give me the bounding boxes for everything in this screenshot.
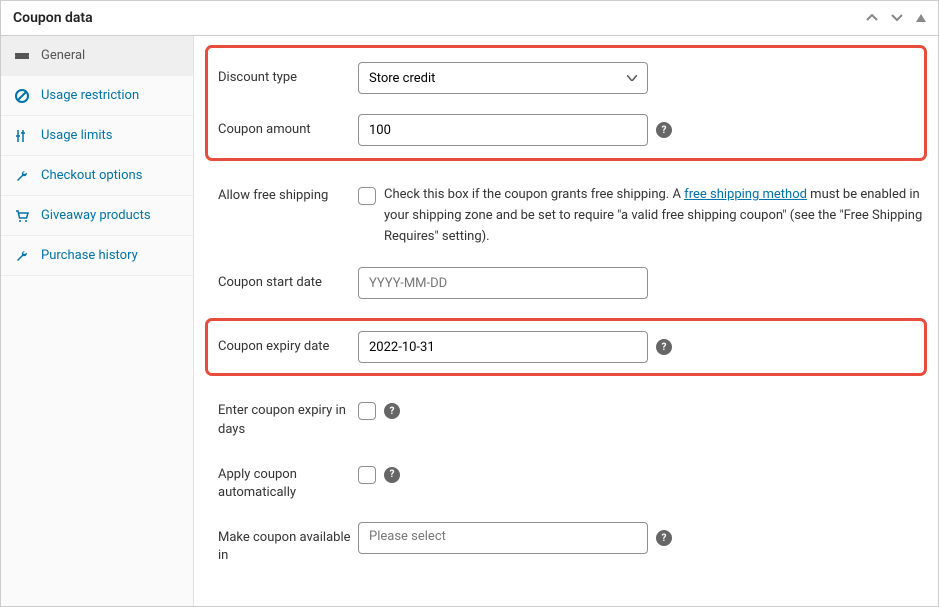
row-coupon-amount: Coupon amount ? <box>218 114 914 146</box>
label-expiry-in-days: Enter coupon expiry in days <box>218 395 358 438</box>
apply-auto-checkbox[interactable] <box>358 466 376 484</box>
row-coupon-start-date: Coupon start date <box>218 267 914 299</box>
highlight-expiry-date: Coupon expiry date ? <box>206 319 926 375</box>
row-coupon-expiry-date: Coupon expiry date ? <box>218 331 914 363</box>
cart-icon <box>15 209 31 223</box>
row-discount-type: Discount type Store credit <box>218 62 914 94</box>
collapse-caret-icon[interactable] <box>916 10 926 26</box>
coupon-data-panel: Coupon data General <box>0 0 939 607</box>
expiry-in-days-checkbox[interactable] <box>358 402 376 420</box>
wrench-icon <box>15 249 31 263</box>
sliders-icon <box>15 129 31 143</box>
coupon-start-date-input[interactable] <box>358 267 648 299</box>
sidebar: General Usage restriction Usage limits C… <box>1 36 194 606</box>
help-icon[interactable]: ? <box>656 530 672 546</box>
help-icon[interactable]: ? <box>656 122 672 138</box>
panel-body: General Usage restriction Usage limits C… <box>1 36 938 606</box>
sidebar-item-label: Purchase history <box>41 248 138 263</box>
sidebar-item-label: Giveaway products <box>41 208 151 223</box>
ticket-icon <box>15 49 31 63</box>
sidebar-item-label: Checkout options <box>41 168 142 183</box>
allow-free-shipping-checkbox[interactable] <box>358 187 376 205</box>
wrench-icon <box>15 169 31 183</box>
discount-type-select[interactable]: Store credit <box>358 62 648 94</box>
row-expiry-in-days: Enter coupon expiry in days ? <box>218 395 914 438</box>
row-apply-auto: Apply coupon automatically ? <box>218 459 914 502</box>
sidebar-item-label: Usage restriction <box>41 88 139 103</box>
sidebar-item-label: General <box>41 48 85 63</box>
free-shipping-method-link[interactable]: free shipping method <box>684 187 807 202</box>
sidebar-item-purchase-history[interactable]: Purchase history <box>1 236 193 276</box>
highlight-discount-amount: Discount type Store credit Coupon amount… <box>206 46 926 160</box>
label-allow-free-shipping: Allow free shipping <box>218 180 358 205</box>
sidebar-item-usage-limits[interactable]: Usage limits <box>1 116 193 156</box>
ban-icon <box>15 89 31 103</box>
coupon-amount-input[interactable] <box>358 114 648 146</box>
sidebar-item-label: Usage limits <box>41 128 112 143</box>
sidebar-item-general[interactable]: General <box>1 36 193 76</box>
sidebar-item-usage-restriction[interactable]: Usage restriction <box>1 76 193 116</box>
label-discount-type: Discount type <box>218 62 358 87</box>
help-icon[interactable]: ? <box>384 403 400 419</box>
chevron-down-icon[interactable] <box>891 10 903 26</box>
label-available-in: Make coupon available in <box>218 522 358 565</box>
sidebar-item-giveaway-products[interactable]: Giveaway products <box>1 196 193 236</box>
panel-toggle-controls <box>856 10 926 26</box>
help-icon[interactable]: ? <box>656 339 672 355</box>
help-icon[interactable]: ? <box>384 467 400 483</box>
label-coupon-amount: Coupon amount <box>218 114 358 139</box>
label-apply-auto: Apply coupon automatically <box>218 459 358 502</box>
panel-title: Coupon data <box>13 10 93 26</box>
coupon-expiry-date-input[interactable] <box>358 331 648 363</box>
panel-header: Coupon data <box>1 1 938 36</box>
sidebar-item-checkout-options[interactable]: Checkout options <box>1 156 193 196</box>
row-allow-free-shipping: Allow free shipping Check this box if th… <box>218 180 914 247</box>
main-form: Discount type Store credit Coupon amount… <box>194 36 938 606</box>
label-coupon-start-date: Coupon start date <box>218 267 358 292</box>
chevron-up-icon[interactable] <box>866 10 878 26</box>
row-available-in: Make coupon available in Please select ? <box>218 522 914 565</box>
available-in-select[interactable]: Please select <box>358 522 648 554</box>
label-coupon-expiry-date: Coupon expiry date <box>218 331 358 356</box>
allow-free-shipping-desc: Check this box if the coupon grants free… <box>384 180 934 247</box>
